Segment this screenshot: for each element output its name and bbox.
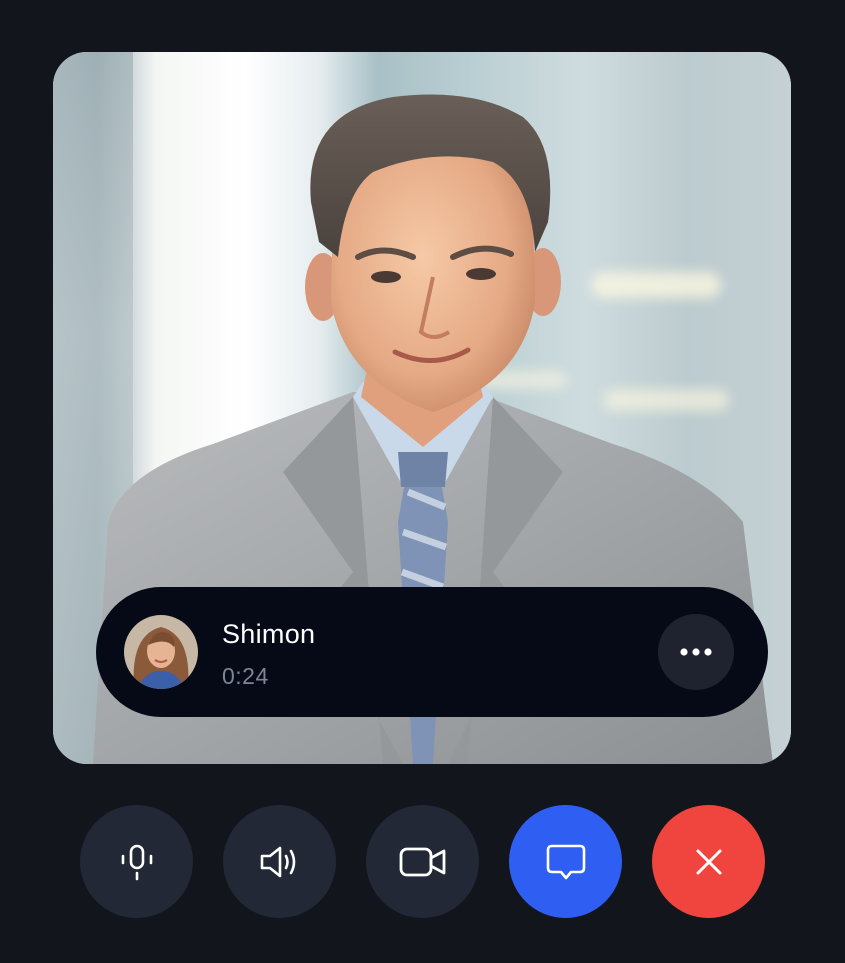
chat-bubble-icon: [546, 844, 585, 879]
caller-name: Shimon: [222, 619, 316, 649]
more-options-button[interactable]: [658, 614, 734, 690]
call-info-bar: Shimon 0:24: [96, 587, 768, 717]
video-camera-icon: [399, 847, 445, 876]
caller-avatar: [124, 615, 198, 689]
camera-toggle-button[interactable]: [366, 805, 479, 918]
call-controls: [80, 805, 766, 918]
close-icon: [696, 849, 721, 874]
end-call-button[interactable]: [652, 805, 765, 918]
call-duration: 0:24: [222, 663, 269, 689]
more-horizontal-icon: [680, 648, 712, 656]
chat-button[interactable]: [509, 805, 622, 918]
microphone-icon: [121, 844, 152, 880]
speaker-icon: [260, 846, 295, 877]
mute-microphone-button[interactable]: [80, 805, 193, 918]
speaker-button[interactable]: [223, 805, 336, 918]
